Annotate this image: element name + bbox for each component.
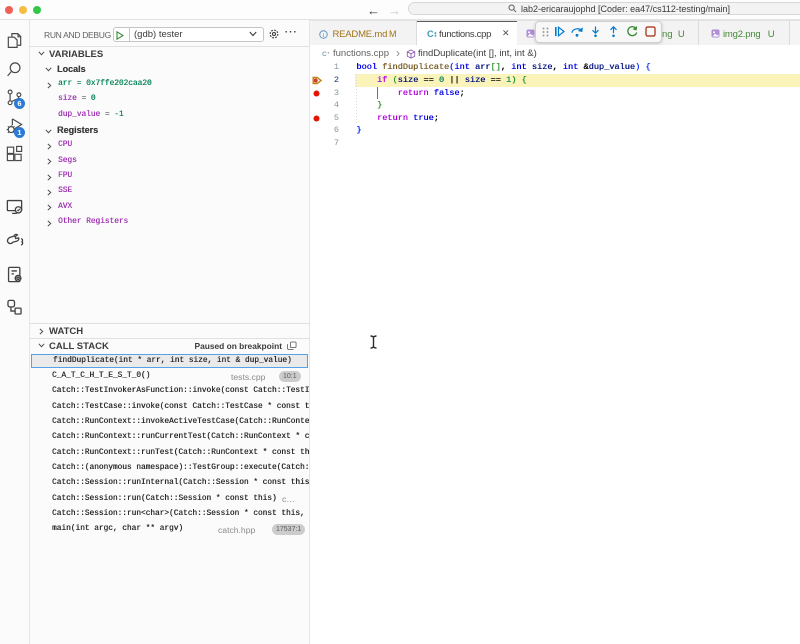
svg-text:i: i	[322, 31, 324, 38]
svg-text:C: C	[322, 51, 327, 58]
svg-text:C: C	[427, 29, 434, 39]
